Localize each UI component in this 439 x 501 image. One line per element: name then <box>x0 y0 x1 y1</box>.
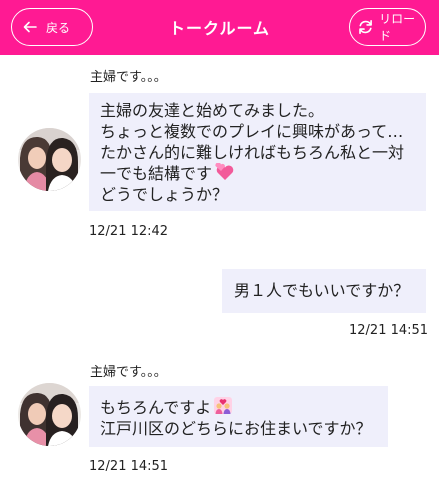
message-timestamp: 12/21 12:42 <box>89 224 169 239</box>
avatar-photo <box>18 383 81 446</box>
message-line: もちろんですよ <box>100 398 212 417</box>
message-timestamp: 12/21 14:51 <box>349 323 429 338</box>
message-line: 江戸川区のどちらにお住まいですか？ <box>100 419 372 438</box>
message-line: 一でも結構です <box>100 164 213 183</box>
header-bar: 戻る トークルーム リロード <box>0 0 439 55</box>
avatar[interactable] <box>18 128 81 191</box>
reload-icon <box>359 19 372 35</box>
back-button[interactable]: 戻る <box>11 8 93 46</box>
arrow-left-icon <box>23 21 37 33</box>
message-text: 男１人でもいいですか？ <box>234 281 410 300</box>
two-hearts-emoji-icon <box>215 163 234 180</box>
message-line: 主婦の友達と始めてみました。 <box>100 101 325 120</box>
avatar-photo <box>18 128 81 191</box>
couple-with-heart-emoji-icon <box>214 397 233 414</box>
sender-name: 主婦です。。。 <box>90 365 167 380</box>
reload-button[interactable]: リロード <box>349 8 426 46</box>
message-line: どうでしょうか？ <box>100 185 229 204</box>
back-label: 戻る <box>46 20 71 35</box>
message-bubble-outgoing: 男１人でもいいですか？ <box>222 269 426 313</box>
avatar[interactable] <box>18 383 81 446</box>
sender-name: 主婦です。。。 <box>90 70 167 85</box>
message-bubble-incoming: もちろんですよ 江戸川区のどちらにお住まいですか？ <box>89 386 388 447</box>
message-line: ちょっと複数でのプレイに興味があって… <box>100 122 404 141</box>
message-line: たかさん的に難しければもちろん私と一対 <box>100 143 405 162</box>
message-timestamp: 12/21 14:51 <box>89 459 169 474</box>
reload-label: リロード <box>379 12 416 43</box>
message-bubble-incoming: 主婦の友達と始めてみました。 ちょっと複数でのプレイに興味があって… たかさん的… <box>89 93 426 211</box>
